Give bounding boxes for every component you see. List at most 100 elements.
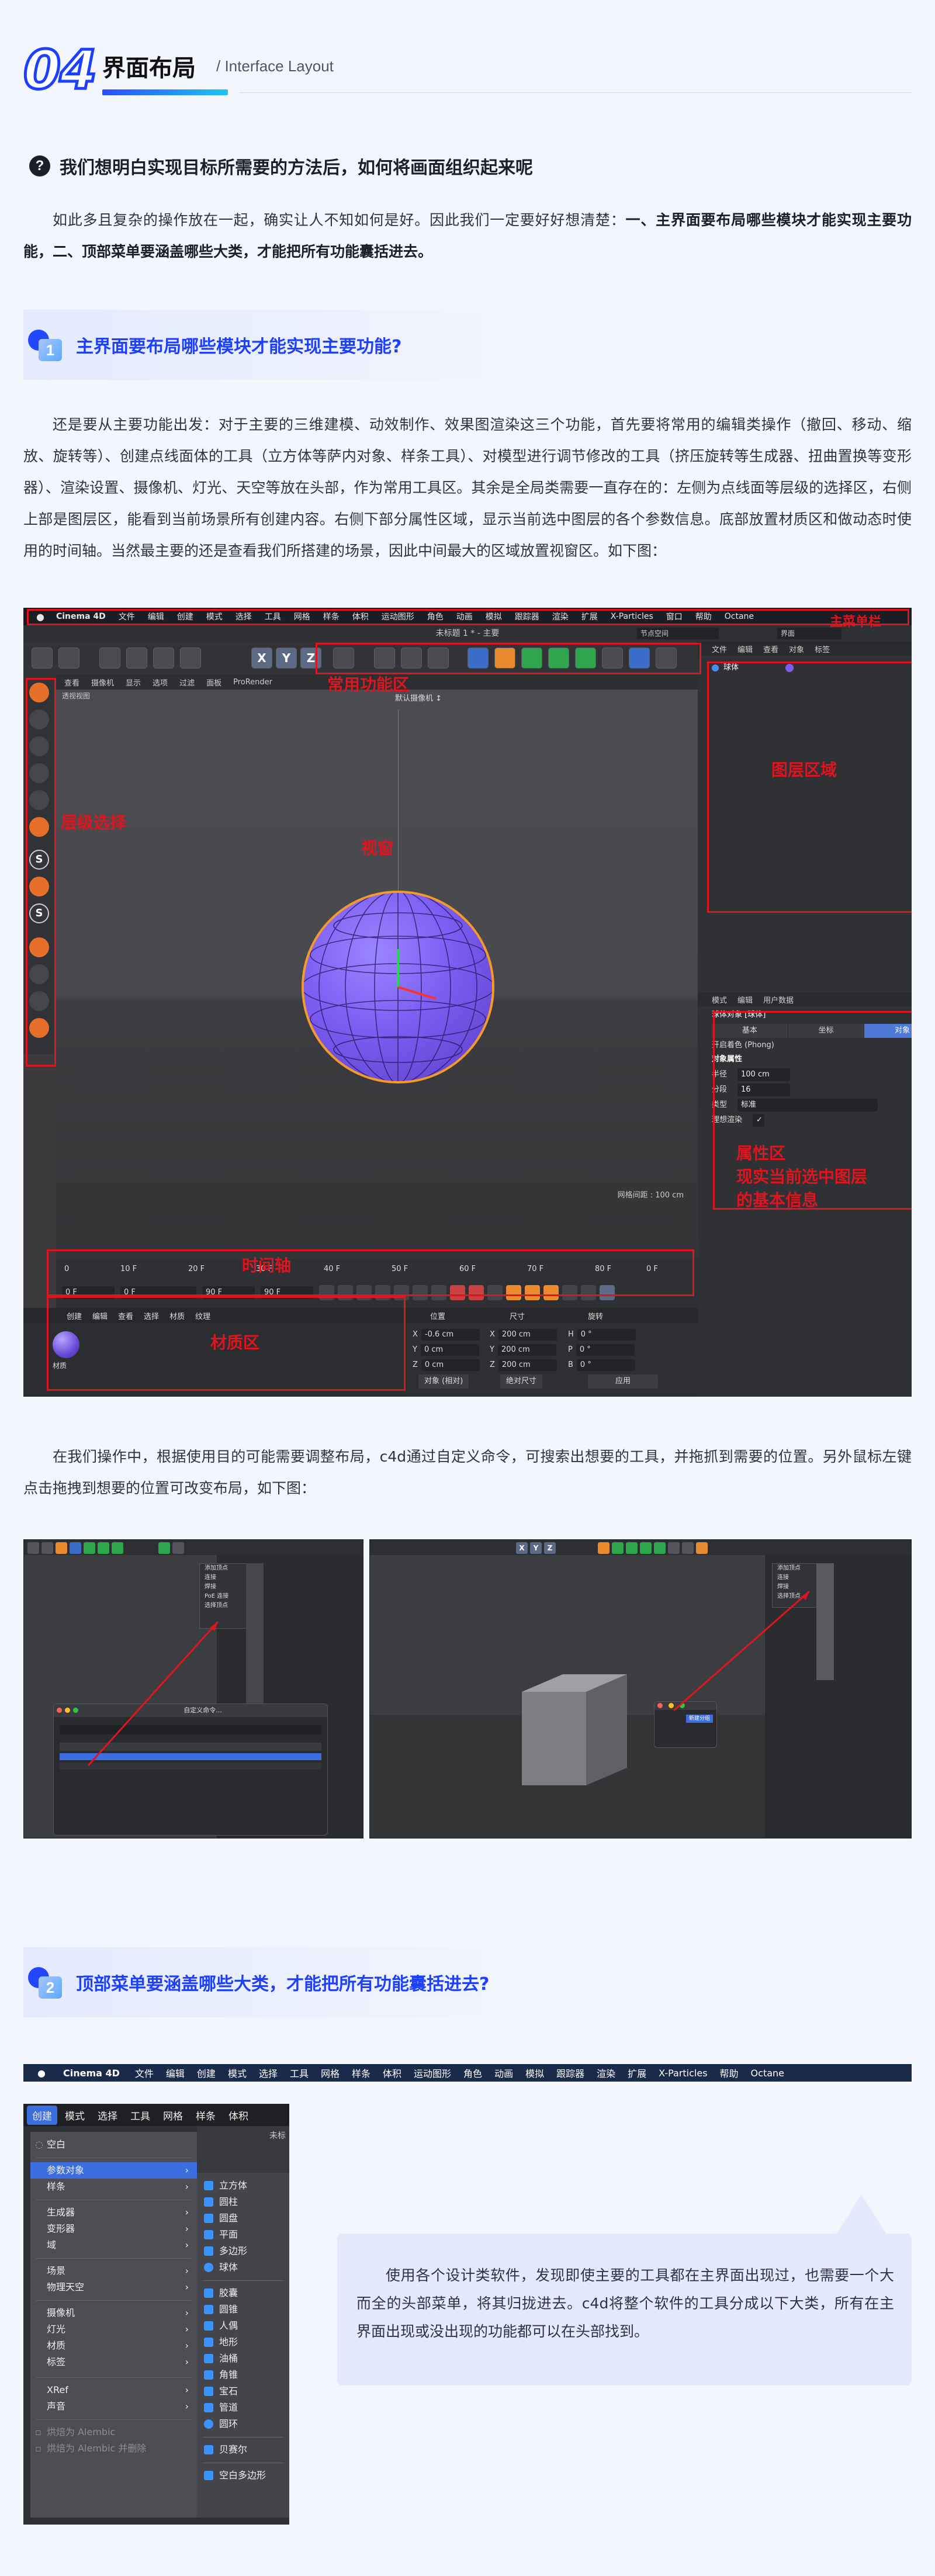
menu-create[interactable]: 创建 bbox=[27, 2105, 57, 2125]
viewport-menu-item[interactable]: 摄像机 bbox=[91, 677, 114, 688]
submenu-item[interactable]: 立方体 bbox=[197, 2177, 289, 2194]
y-axis-icon[interactable]: Y bbox=[276, 648, 297, 669]
dropdown-item[interactable]: 域 › bbox=[30, 2237, 197, 2253]
coord-row[interactable]: Y 200 cm bbox=[490, 1344, 556, 1356]
dropdown-item[interactable]: ◌ 空白 bbox=[30, 2137, 197, 2153]
menu-item[interactable]: 角色 bbox=[463, 2066, 482, 2080]
dropdown-item[interactable]: 生成器 › bbox=[30, 2204, 197, 2221]
scale-icon[interactable] bbox=[153, 648, 174, 669]
submenu-item[interactable]: 地形 bbox=[197, 2334, 289, 2350]
dropdown-item[interactable]: 物理天空 › bbox=[30, 2279, 197, 2295]
attr-menu-item[interactable]: 用户数据 bbox=[763, 994, 794, 1005]
apply-button[interactable]: 应用 bbox=[588, 1374, 658, 1389]
material-label: 材质区 bbox=[210, 1333, 260, 1352]
x-axis-icon[interactable]: X bbox=[251, 648, 272, 669]
menu-item[interactable]: 扩展 bbox=[628, 2066, 646, 2080]
coord-row[interactable]: P0 ° bbox=[568, 1344, 635, 1356]
attr-menu-item[interactable]: 编辑 bbox=[737, 994, 753, 1005]
chevron-right-icon: › bbox=[185, 2307, 189, 2318]
viewport-menu-item[interactable]: 选项 bbox=[153, 677, 168, 688]
submenu-item[interactable]: 油桶 bbox=[197, 2350, 289, 2367]
object-menu-item[interactable]: 文件 bbox=[712, 643, 727, 655]
dropdown-item[interactable]: 标签 › bbox=[30, 2354, 197, 2370]
rotate-icon[interactable] bbox=[180, 648, 201, 669]
coord-row[interactable]: X -0.6 cm bbox=[413, 1329, 480, 1341]
coord-row[interactable]: Y0 cm bbox=[413, 1344, 479, 1356]
viewport-menu-item[interactable]: ProRender bbox=[233, 678, 272, 687]
menu-item[interactable]: 工具 bbox=[125, 2106, 155, 2125]
menu-item[interactable]: 样条 bbox=[352, 2066, 370, 2080]
menu-item[interactable]: 渲染 bbox=[597, 2066, 615, 2080]
coord-size-select[interactable]: 绝对尺寸 bbox=[500, 1374, 543, 1389]
menu-item[interactable]: 模式 bbox=[60, 2106, 90, 2125]
bezier-icon bbox=[204, 2445, 213, 2454]
menu-item[interactable]: 模式 bbox=[228, 2066, 247, 2080]
submenu-item[interactable]: 圆锥 bbox=[197, 2301, 289, 2318]
menu-item[interactable]: 帮助 bbox=[720, 2066, 739, 2080]
submenu-item[interactable]: 圆盘 bbox=[197, 2210, 289, 2227]
menu-item[interactable]: Octane bbox=[751, 2068, 784, 2079]
menu-item[interactable]: 工具 bbox=[290, 2066, 309, 2080]
coord-row[interactable]: X 200 cm bbox=[490, 1329, 557, 1341]
menu-item[interactable]: 选择 bbox=[92, 2106, 123, 2125]
move-icon[interactable] bbox=[126, 648, 147, 669]
coord-row[interactable]: B0 ° bbox=[568, 1359, 635, 1371]
submenu-item[interactable]: 宝石 bbox=[197, 2383, 289, 2400]
dropdown-item-selected[interactable]: 参数对象 › bbox=[30, 2162, 197, 2179]
dropdown-item[interactable]: 材质 › bbox=[30, 2338, 197, 2354]
coord-mode-select[interactable]: 对象 (相对) bbox=[418, 1374, 469, 1389]
menu-item[interactable]: 跟踪器 bbox=[556, 2066, 584, 2080]
viewport[interactable]: 查看 摄像机 显示 选项 过滤 面板 ProRender 透视视图 默认摄像机 … bbox=[56, 674, 698, 1259]
menu-item[interactable]: X-Particles bbox=[659, 2068, 707, 2079]
submenu-item[interactable]: 管道 bbox=[197, 2400, 289, 2416]
dropdown-item[interactable]: 样条 › bbox=[30, 2179, 197, 2195]
node-space-select[interactable]: 节点空间 bbox=[637, 628, 719, 639]
object-menu-item[interactable]: 对象 bbox=[789, 643, 804, 655]
submenu-item[interactable]: 人偶 bbox=[197, 2318, 289, 2334]
submenu-item[interactable]: 多边形 bbox=[197, 2243, 289, 2259]
select-icon[interactable] bbox=[99, 648, 120, 669]
viewport-menu-item[interactable]: 过滤 bbox=[179, 677, 195, 688]
submenu-item[interactable]: 贝赛尔 bbox=[197, 2442, 289, 2458]
coord-row[interactable]: Z0 cm bbox=[413, 1359, 480, 1371]
menu-item[interactable]: 选择 bbox=[259, 2066, 278, 2080]
submenu-item[interactable]: 圆环 bbox=[197, 2416, 289, 2432]
submenu-item[interactable]: 角锥 bbox=[197, 2367, 289, 2383]
menu-item[interactable]: 动画 bbox=[494, 2066, 513, 2080]
dropdown-item[interactable]: 摄像机 › bbox=[30, 2305, 197, 2321]
menu-item[interactable]: 体积 bbox=[383, 2066, 401, 2080]
attr-menu-item[interactable]: 模式 bbox=[712, 994, 727, 1005]
menu-item[interactable]: 网格 bbox=[158, 2106, 188, 2125]
dropdown-item[interactable]: 灯光 › bbox=[30, 2321, 197, 2338]
menu-item[interactable]: Cinema 4D bbox=[63, 2068, 120, 2079]
object-menu-item[interactable]: 编辑 bbox=[737, 643, 753, 655]
dropdown-item[interactable]: 场景 › bbox=[30, 2263, 197, 2279]
submenu-item[interactable]: 空白多边形 bbox=[197, 2467, 289, 2484]
viewport-menu-item[interactable]: 查看 bbox=[64, 677, 79, 688]
viewport-menu-item[interactable]: 面板 bbox=[206, 677, 221, 688]
submenu-item[interactable]: 圆柱 bbox=[197, 2194, 289, 2210]
object-menu-item[interactable]: 查看 bbox=[763, 643, 778, 655]
submenu-item[interactable]: 胶囊 bbox=[197, 2285, 289, 2301]
menu-item[interactable]: 创建 bbox=[197, 2066, 216, 2080]
dropdown-item[interactable]: XRef › bbox=[30, 2382, 197, 2398]
dropdown-item[interactable]: 声音 › bbox=[30, 2398, 197, 2415]
sphere-object[interactable] bbox=[302, 891, 494, 1083]
coord-row[interactable]: H0 ° bbox=[568, 1329, 636, 1341]
menu-item[interactable]: 编辑 bbox=[166, 2066, 185, 2080]
dropdown-item[interactable]: 变形器 › bbox=[30, 2221, 197, 2237]
submenu-item[interactable]: 平面 bbox=[197, 2227, 289, 2243]
menu-item[interactable]: 样条 bbox=[191, 2106, 221, 2125]
menu-item[interactable]: 运动图形 bbox=[414, 2066, 451, 2080]
coord-row[interactable]: Z 200 cm bbox=[490, 1359, 557, 1371]
menu-item[interactable]: 模拟 bbox=[525, 2066, 544, 2080]
redo-icon[interactable] bbox=[58, 648, 79, 669]
menu-item[interactable]: 体积 bbox=[223, 2106, 254, 2125]
viewport-menu-item[interactable]: 显示 bbox=[126, 677, 141, 688]
undo-icon[interactable] bbox=[32, 648, 53, 669]
menu-item[interactable]: 网格 bbox=[321, 2066, 340, 2080]
submenu-item[interactable]: 球体 bbox=[197, 2259, 289, 2276]
customize-screenshot-left: 添加顶点 连接 焊接 PoE 连接 选择顶点 自定义命令... bbox=[23, 1539, 363, 1838]
menu-item[interactable]: 文件 bbox=[135, 2066, 154, 2080]
object-menu-item[interactable]: 标签 bbox=[815, 643, 830, 655]
